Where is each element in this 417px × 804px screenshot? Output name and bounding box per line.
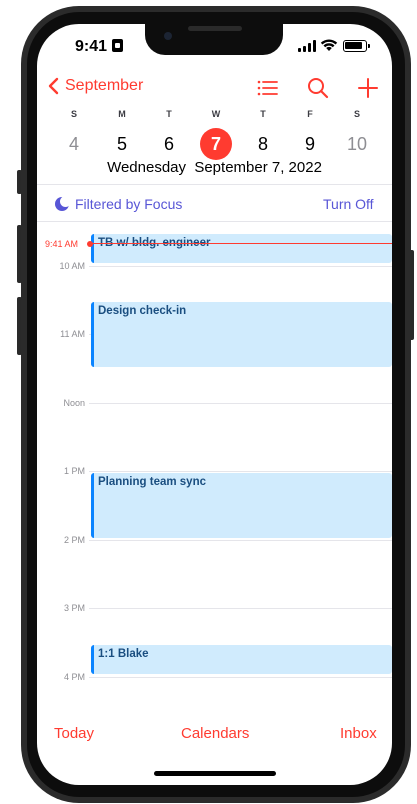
day-7-selected[interactable]: 7	[200, 128, 232, 160]
back-to-month-button[interactable]: September	[47, 77, 143, 95]
day-10[interactable]: 10	[341, 128, 373, 160]
day-4[interactable]: 4	[58, 128, 90, 160]
hour-gridline	[89, 471, 392, 472]
hour-label: 11 AM	[60, 329, 85, 339]
focus-filter-label: Filtered by Focus	[75, 196, 183, 212]
hour-gridline	[89, 677, 392, 678]
divider	[37, 221, 392, 222]
weekday-label: W	[211, 109, 221, 119]
event-title: Planning team sync	[98, 476, 207, 488]
day-9[interactable]: 9	[294, 128, 326, 160]
hour-label: Noon	[63, 398, 85, 408]
back-label: September	[65, 77, 144, 94]
hour-gridline	[89, 403, 392, 404]
hour-label: 4 PM	[63, 672, 85, 682]
hour-label: 1 PM	[63, 466, 85, 476]
hour-gridline	[89, 608, 392, 609]
day-8[interactable]: 8	[247, 128, 279, 160]
screen: 9:41 September S M T W T F S 4 5 6 7 8 9…	[37, 24, 392, 785]
battery-icon	[343, 40, 370, 52]
event-block[interactable]: 1:1 Blake	[91, 645, 392, 674]
selected-date-label: Wednesday September 7, 2022	[107, 159, 322, 176]
moon-icon	[55, 196, 71, 211]
event-block[interactable]: Design check-in	[91, 302, 392, 367]
hour-label: 2 PM	[63, 535, 85, 545]
weekday-label: T	[166, 109, 172, 119]
lock-icon	[112, 39, 123, 52]
weekday-label: F	[307, 109, 313, 119]
earpiece-speaker	[188, 26, 242, 31]
current-time-line	[90, 243, 392, 244]
today-button[interactable]: Today	[54, 725, 94, 742]
cellular-signal-icon	[298, 40, 316, 52]
weekday-label: S	[70, 109, 77, 119]
hour-gridline	[89, 266, 392, 267]
add-event-icon[interactable]	[356, 76, 380, 100]
chevron-left-icon	[48, 77, 59, 95]
turn-off-focus-button[interactable]: Turn Off	[323, 196, 374, 212]
weekday-label: M	[118, 109, 126, 119]
weekday-label: T	[260, 109, 266, 119]
day-6[interactable]: 6	[153, 128, 185, 160]
home-indicator[interactable]	[154, 771, 276, 776]
search-icon[interactable]	[306, 76, 330, 100]
divider	[37, 184, 392, 185]
event-block[interactable]: TB w/ bldg. engineer	[91, 234, 392, 263]
hour-label: 10 AM	[59, 261, 85, 271]
hour-label: 3 PM	[63, 603, 85, 613]
weekday-label: S	[353, 109, 360, 119]
event-title: 1:1 Blake	[98, 648, 149, 660]
day-timeline[interactable]: 10 AM 11 AM Noon 1 PM 2 PM 3 PM 4 PM TB …	[37, 224, 392, 694]
current-time-label: 9:41 AM	[45, 239, 79, 249]
event-title: Design check-in	[98, 305, 187, 317]
status-time: 9:41	[75, 38, 108, 55]
front-camera	[164, 32, 172, 40]
day-5[interactable]: 5	[106, 128, 138, 160]
wifi-icon	[320, 39, 338, 51]
calendars-button[interactable]: Calendars	[181, 725, 249, 742]
hour-gridline	[89, 540, 392, 541]
event-block[interactable]: Planning team sync	[91, 473, 392, 538]
list-view-icon[interactable]	[256, 76, 280, 100]
inbox-button[interactable]: Inbox	[340, 725, 377, 742]
current-time-dot	[87, 241, 93, 247]
